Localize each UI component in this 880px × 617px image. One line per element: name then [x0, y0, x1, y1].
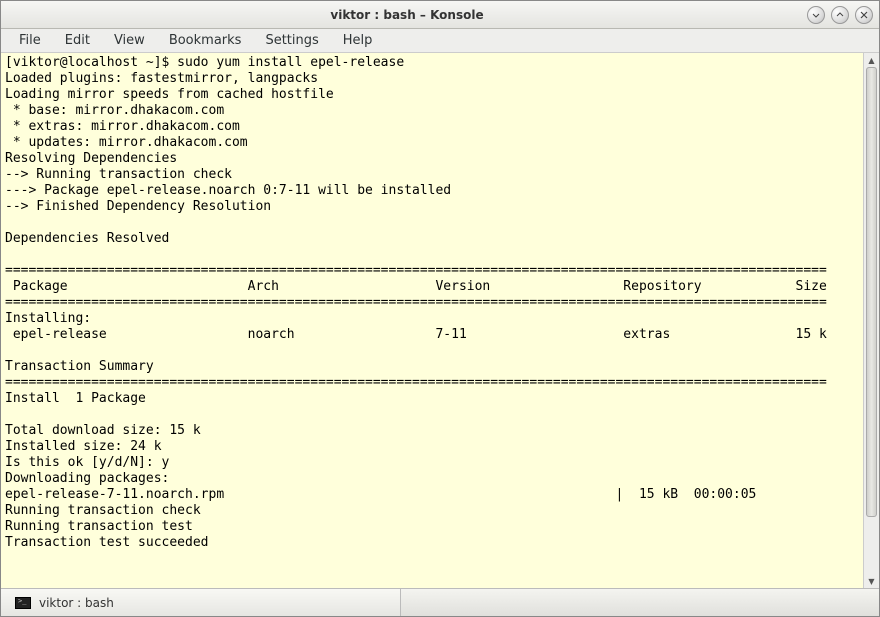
maximize-button[interactable]	[831, 6, 849, 24]
terminal-area: [viktor@localhost ~]$ sudo yum install e…	[1, 53, 879, 588]
terminal-icon	[15, 597, 31, 609]
window-controls	[807, 6, 873, 24]
scrollbar-vertical[interactable]: ▲ ▼	[863, 53, 879, 588]
konsole-window: viktor : bash – Konsole File Edit View B…	[0, 0, 880, 617]
close-button[interactable]	[855, 6, 873, 24]
scroll-thumb[interactable]	[866, 67, 877, 517]
terminal-output[interactable]: [viktor@localhost ~]$ sudo yum install e…	[1, 53, 863, 588]
tab-label: viktor : bash	[39, 596, 114, 610]
menu-settings[interactable]: Settings	[253, 30, 330, 51]
titlebar[interactable]: viktor : bash – Konsole	[1, 1, 879, 29]
menu-file[interactable]: File	[7, 30, 53, 51]
window-title: viktor : bash – Konsole	[7, 8, 807, 22]
minimize-button[interactable]	[807, 6, 825, 24]
scroll-down-icon[interactable]: ▼	[864, 574, 879, 588]
menu-view[interactable]: View	[102, 30, 157, 51]
scroll-up-icon[interactable]: ▲	[864, 53, 879, 67]
menu-edit[interactable]: Edit	[53, 30, 102, 51]
menubar: File Edit View Bookmarks Settings Help	[1, 29, 879, 53]
menu-help[interactable]: Help	[331, 30, 385, 51]
menu-bookmarks[interactable]: Bookmarks	[157, 30, 254, 51]
tab-bar: viktor : bash	[1, 588, 879, 616]
tab-session[interactable]: viktor : bash	[1, 589, 401, 616]
